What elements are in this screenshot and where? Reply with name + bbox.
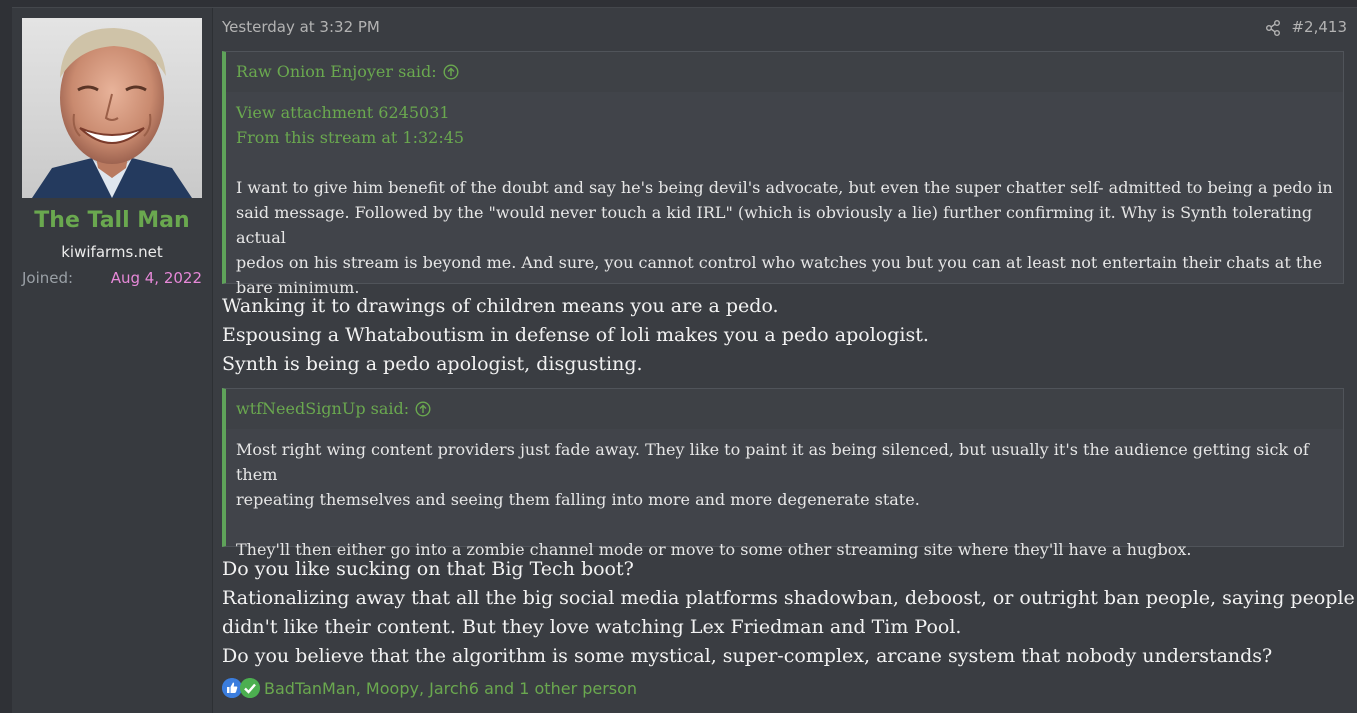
joined-label: Joined: (22, 269, 74, 287)
quote-line: said message. Followed by the "would nev… (236, 203, 1313, 247)
quote-body: Most right wing content providers just f… (226, 429, 1343, 572)
avatar-image (22, 18, 202, 198)
post-container: The Tall Man kiwifarms.net Joined: Aug 4… (12, 7, 1357, 713)
quote-author-link[interactable]: Raw Onion Enjoyer said: (236, 62, 459, 81)
post-header: Yesterday at 3:32 PM #2,413 (222, 18, 1347, 40)
post-number[interactable]: #2,413 (1291, 18, 1347, 36)
quote-block-1: Raw Onion Enjoyer said: View attachment … (222, 51, 1344, 297)
reply-text-2: Do you like sucking on that Big Tech boo… (222, 555, 1355, 671)
reply-text-1: Wanking it to drawings of children means… (222, 292, 1347, 379)
user-title: kiwifarms.net (61, 243, 163, 261)
like-reaction-icon (222, 678, 242, 698)
quote-line: I want to give him benefit of the doubt … (236, 178, 1333, 197)
reactions-list[interactable]: BadTanMan, Moopy, Jarch6 and 1 other per… (264, 679, 637, 698)
post-main: Yesterday at 3:32 PM #2,413 Raw Onion En… (222, 8, 1355, 713)
quote-body: View attachment 6245031 From this stream… (226, 92, 1343, 310)
reply-line: Wanking it to drawings of children means… (222, 295, 779, 317)
user-panel: The Tall Man kiwifarms.net Joined: Aug 4… (12, 8, 213, 713)
agree-reaction-icon (240, 678, 260, 698)
joined-date: Aug 4, 2022 (110, 269, 202, 287)
quote-author-text: Raw Onion Enjoyer said: (236, 62, 437, 81)
quote-author-text: wtfNeedSignUp said: (236, 399, 410, 418)
quote-line: repeating themselves and seeing them fal… (236, 490, 920, 509)
quote-line: pedos on his stream is beyond me. And su… (236, 253, 1323, 272)
attachment-link[interactable]: View attachment 6245031 (236, 100, 1333, 125)
quote-author-link[interactable]: wtfNeedSignUp said: (236, 399, 431, 418)
reply-line: Espousing a Whataboutism in defense of l… (222, 324, 929, 346)
stream-link[interactable]: From this stream at 1:32:45 (236, 125, 1333, 150)
reply-line: Do you like sucking on that Big Tech boo… (222, 558, 634, 580)
quote-line: Most right wing content providers just f… (236, 440, 1309, 484)
username[interactable]: The Tall Man (12, 208, 212, 233)
reply-line: Rationalizing away that all the big soci… (222, 587, 1355, 609)
arrow-up-circle-icon[interactable] (415, 401, 431, 417)
arrow-up-circle-icon[interactable] (443, 64, 459, 80)
avatar[interactable] (22, 18, 202, 198)
quote-header: Raw Onion Enjoyer said: (226, 52, 1343, 92)
quote-block-2: wtfNeedSignUp said: Most right wing cont… (222, 388, 1344, 559)
post-date[interactable]: Yesterday at 3:32 PM (222, 18, 380, 36)
quote-header: wtfNeedSignUp said: (226, 389, 1343, 429)
share-icon[interactable] (1265, 20, 1281, 36)
reply-line: Synth is being a pedo apologist, disgust… (222, 353, 643, 375)
reply-line: Do you believe that the algorithm is som… (222, 645, 1273, 667)
reply-line: didn't like their content. But they love… (222, 616, 962, 638)
